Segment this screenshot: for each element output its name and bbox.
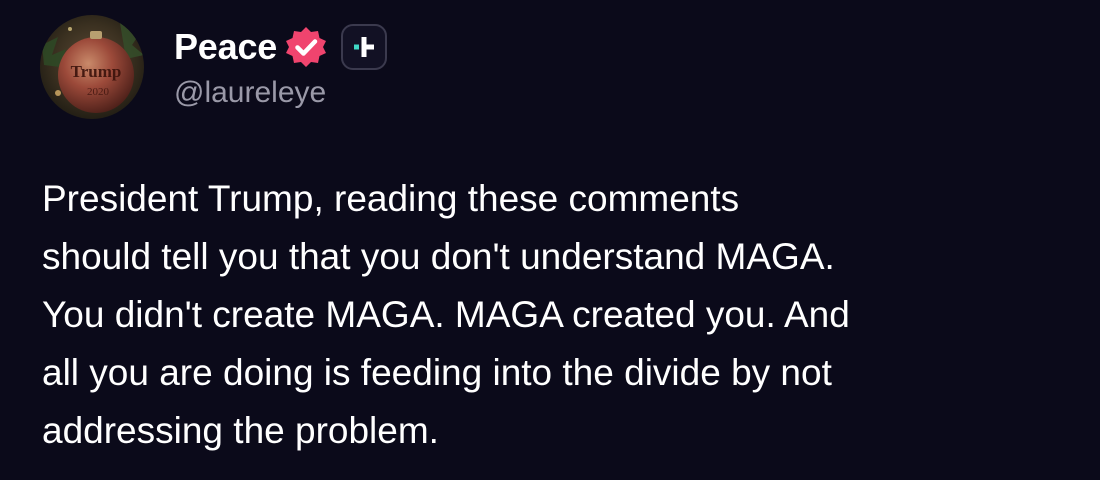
post-body-text: President Trump, reading these comments … bbox=[42, 178, 850, 451]
author-avatar[interactable]: Trump 2020 bbox=[40, 15, 144, 119]
author-handle[interactable]: @laureleye bbox=[174, 78, 326, 108]
svg-text:2020: 2020 bbox=[87, 86, 110, 98]
post-card: Trump 2020 Peace @laureleye President Tr… bbox=[0, 0, 1100, 480]
author-display-name[interactable]: Peace bbox=[174, 29, 277, 65]
subscription-plus-icon[interactable] bbox=[341, 24, 388, 70]
svg-text:Trump: Trump bbox=[71, 62, 122, 81]
verified-badge-icon bbox=[283, 24, 329, 70]
trump-ornament-avatar-icon: Trump 2020 bbox=[40, 15, 144, 119]
author-name-row: Peace bbox=[174, 22, 388, 72]
